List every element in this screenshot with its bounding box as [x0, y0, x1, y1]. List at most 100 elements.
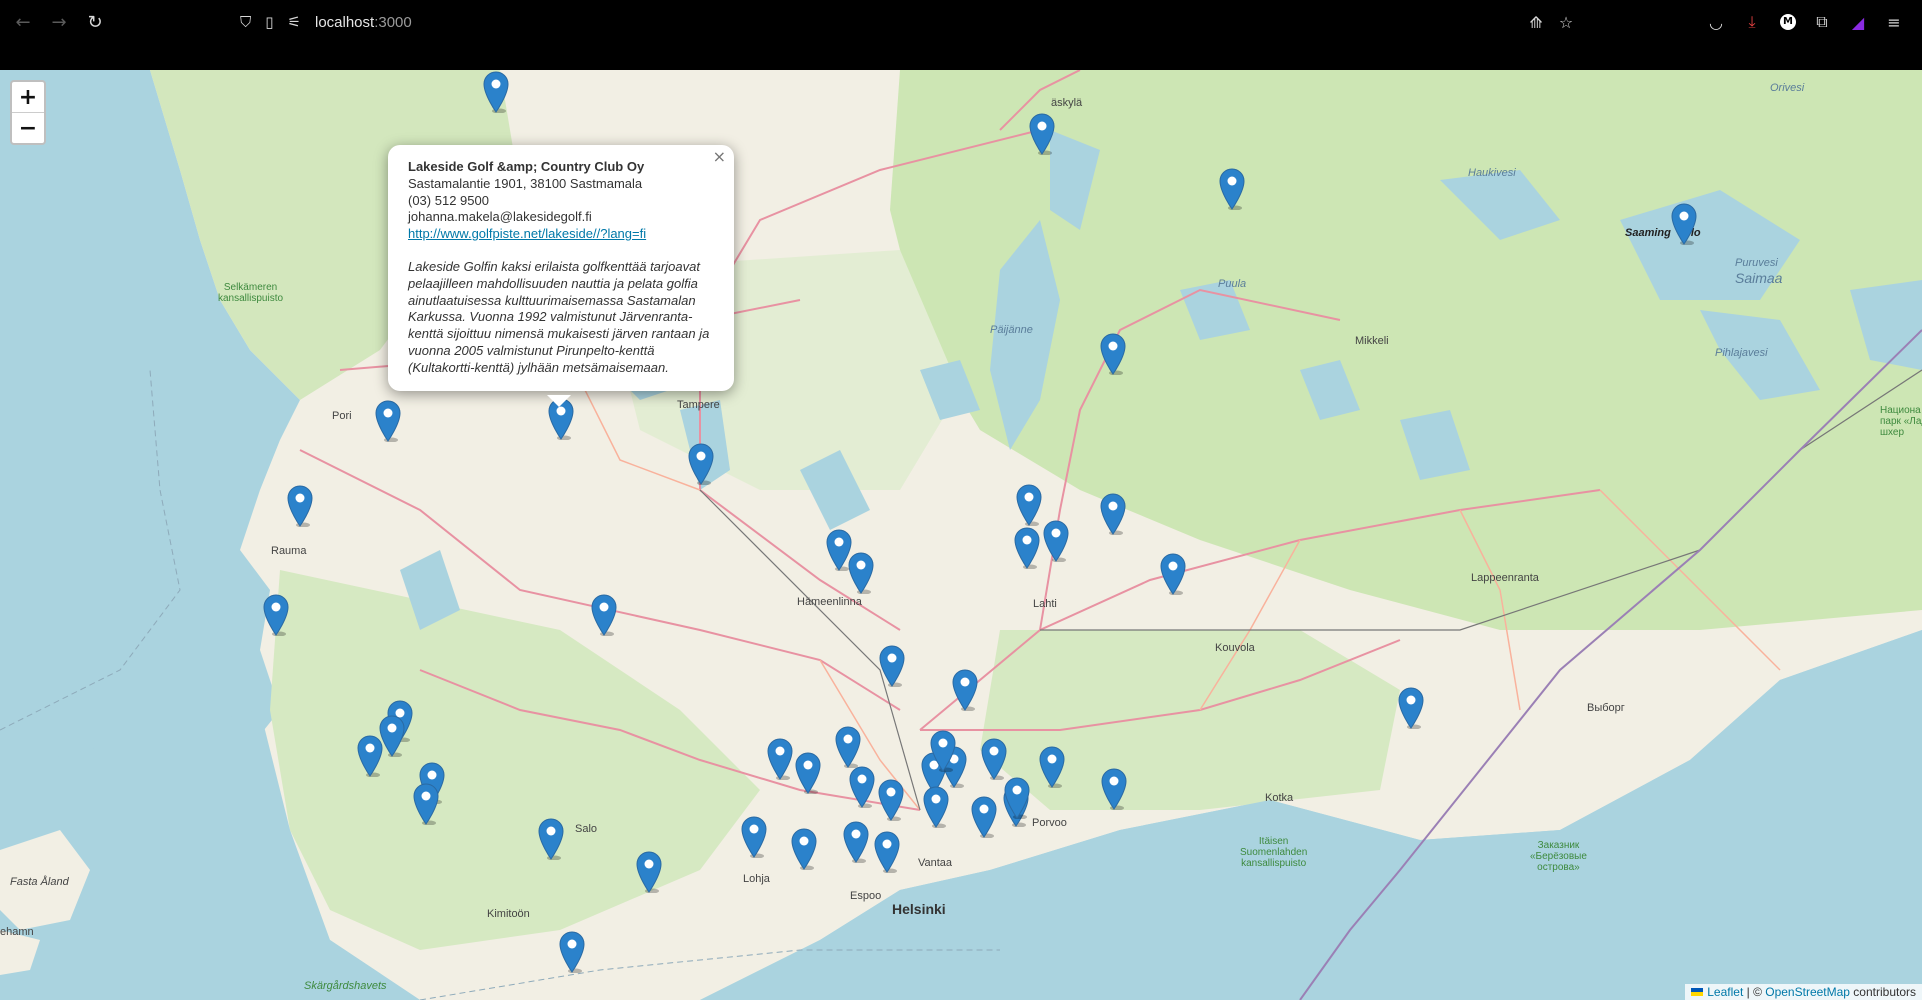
- leaflet-link[interactable]: Leaflet: [1707, 985, 1743, 999]
- map-pin-marker-icon[interactable]: [843, 821, 869, 864]
- map-pin-marker-icon[interactable]: [795, 752, 821, 795]
- map-pin-marker-icon[interactable]: [848, 552, 874, 595]
- place-label-lappeenranta: Lappeenranta: [1471, 572, 1539, 584]
- page-icon: ▯: [265, 13, 274, 31]
- map-pin-marker-icon[interactable]: [981, 738, 1007, 781]
- place-label-saaming: Saaming: [1625, 227, 1671, 239]
- map-pin-marker-icon[interactable]: [741, 816, 767, 859]
- account-icon[interactable]: M: [1776, 10, 1800, 34]
- popup-link[interactable]: http://www.golfpiste.net/lakeside//?lang…: [408, 226, 646, 241]
- map-pin-marker-icon[interactable]: [591, 594, 617, 637]
- place-label-kotka: Kotka: [1265, 792, 1294, 804]
- ukraine-flag-icon: [1691, 988, 1704, 996]
- map-pin-marker-icon[interactable]: [879, 645, 905, 688]
- lake-label-puruvesi: Puruvesi: [1735, 257, 1778, 269]
- map-pin-marker-icon[interactable]: [413, 783, 439, 826]
- map-pin-marker-icon[interactable]: [1100, 333, 1126, 376]
- map-container[interactable]: Pori Tampere Rauma Hämeenlinna Lahti Kou…: [0, 70, 1922, 1000]
- pocket-icon[interactable]: ◡: [1704, 10, 1728, 34]
- map-tiles: [0, 70, 1922, 1000]
- zoom-out-button[interactable]: −: [12, 112, 44, 143]
- place-label-jyvaskyla: äskylä: [1051, 97, 1083, 109]
- place-label-pori: Pori: [332, 410, 352, 422]
- osm-link[interactable]: OpenStreetMap: [1765, 985, 1850, 999]
- place-label-mikkeli: Mikkeli: [1355, 335, 1389, 347]
- place-label-helsinki: Helsinki: [892, 901, 946, 917]
- map-pin-marker-icon[interactable]: [1029, 113, 1055, 156]
- map-pin-marker-icon[interactable]: [375, 400, 401, 443]
- map-pin-marker-icon[interactable]: [357, 735, 383, 778]
- popup-tip: [547, 395, 571, 407]
- map-pin-marker-icon[interactable]: [1043, 520, 1069, 563]
- map-pin-marker-icon[interactable]: [952, 669, 978, 712]
- park-label-ladoga: Национа парк «Лад шхер: [1880, 405, 1922, 438]
- map-attribution: Leaflet | © OpenStreetMap contributors: [1685, 984, 1922, 1000]
- place-label-tampere: Tampere: [677, 399, 720, 411]
- map-pin-marker-icon[interactable]: [923, 786, 949, 829]
- zoom-in-button[interactable]: +: [12, 82, 44, 112]
- map-pin-marker-icon[interactable]: [1014, 527, 1040, 570]
- lake-label-orivesi: Orivesi: [1770, 82, 1805, 94]
- map-pin-marker-icon[interactable]: [1016, 484, 1042, 527]
- download-icon[interactable]: ⤓: [1740, 10, 1764, 34]
- map-pin-marker-icon[interactable]: [874, 831, 900, 874]
- place-label-kimitoon: Kimitoön: [487, 908, 530, 920]
- attribution-separator: | ©: [1743, 985, 1766, 999]
- park-label-zakaznik: Заказник «Берёзовые острова»: [1530, 840, 1587, 873]
- map-pin-marker-icon[interactable]: [1160, 553, 1186, 596]
- extensions-icon[interactable]: ⧉: [1810, 10, 1834, 34]
- map-pin-marker-icon[interactable]: [835, 726, 861, 769]
- lake-label-paijanne: Päijänne: [990, 324, 1033, 336]
- url-host[interactable]: localhost: [315, 14, 374, 31]
- map-pin-marker-icon[interactable]: [849, 766, 875, 809]
- popup-close-button[interactable]: ×: [713, 148, 726, 166]
- place-label-vyborg: Выборг: [1587, 702, 1625, 714]
- park-label-skargardshavets: Skärgårdshavets: [304, 980, 387, 992]
- attribution-contributors: contributors: [1849, 985, 1916, 999]
- map-pin-marker-icon[interactable]: [1004, 777, 1030, 820]
- bookmark-star-icon[interactable]: ☆: [1554, 10, 1578, 34]
- map-pin-marker-icon[interactable]: [1101, 768, 1127, 811]
- map-pin-marker-icon[interactable]: [971, 796, 997, 839]
- place-label-hameenlinna: Hämeenlinna: [797, 596, 862, 608]
- map-pin-marker-icon[interactable]: [1219, 168, 1245, 211]
- reload-icon[interactable]: ↻: [82, 10, 108, 34]
- lake-label-pihlajavesi: Pihlajavesi: [1715, 347, 1768, 359]
- place-label-kouvola: Kouvola: [1215, 642, 1255, 654]
- map-pin-marker-icon[interactable]: [538, 818, 564, 861]
- shield-icon[interactable]: ⛉: [240, 13, 251, 31]
- place-label-lohja: Lohja: [743, 873, 770, 885]
- map-pin-marker-icon[interactable]: [263, 594, 289, 637]
- zoom-control: + −: [10, 80, 46, 145]
- place-label-salo: Salo: [575, 823, 598, 835]
- map-pin-marker-icon[interactable]: [287, 485, 313, 528]
- marker-popup: × Lakeside Golf &amp; Country Club Oy Sa…: [388, 145, 734, 391]
- translate-icon[interactable]: ⟰: [1524, 10, 1548, 34]
- url-port[interactable]: :3000: [374, 14, 412, 31]
- map-pin-marker-icon[interactable]: [1039, 746, 1065, 789]
- forward-icon[interactable]: →: [46, 10, 72, 34]
- map-pin-marker-icon[interactable]: [878, 779, 904, 822]
- map-pin-marker-icon[interactable]: [1100, 493, 1126, 536]
- map-pin-marker-icon[interactable]: [688, 443, 714, 486]
- popup-description: Lakeside Golfin kaksi erilaista golfkent…: [408, 258, 710, 375]
- map-pin-marker-icon[interactable]: [1398, 687, 1424, 730]
- place-label-ehamn: ehamn: [0, 926, 34, 938]
- back-icon[interactable]: ←: [10, 10, 36, 34]
- url-bar[interactable]: ⛉ ▯ ⚟ localhost:3000: [240, 8, 1520, 36]
- map-pin-marker-icon[interactable]: [559, 931, 585, 974]
- map-pin-marker-icon[interactable]: [767, 738, 793, 781]
- map-pin-marker-icon[interactable]: [930, 730, 956, 773]
- map-pin-marker-icon[interactable]: [791, 828, 817, 871]
- lake-label-puula: Puula: [1218, 278, 1247, 290]
- popup-phone: (03) 512 9500: [408, 192, 489, 208]
- place-label-porvoo: Porvoo: [1032, 817, 1067, 829]
- permissions-icon[interactable]: ⚟: [288, 13, 301, 31]
- map-pin-marker-icon[interactable]: [636, 851, 662, 894]
- map-pin-marker-icon[interactable]: [483, 71, 509, 114]
- browser-chrome: ← → ↻ ⛉ ▯ ⚟ localhost:3000 ⟰ ☆ ◡ ⤓ M ⧉ ◢…: [0, 0, 1922, 70]
- map-pin-marker-icon[interactable]: [1671, 203, 1697, 246]
- park-label-itainen: Itäisen Suomenlahden kansallispuisto: [1240, 836, 1308, 869]
- menu-icon[interactable]: ≡: [1882, 10, 1906, 34]
- extension-app-icon[interactable]: ◢: [1846, 10, 1870, 34]
